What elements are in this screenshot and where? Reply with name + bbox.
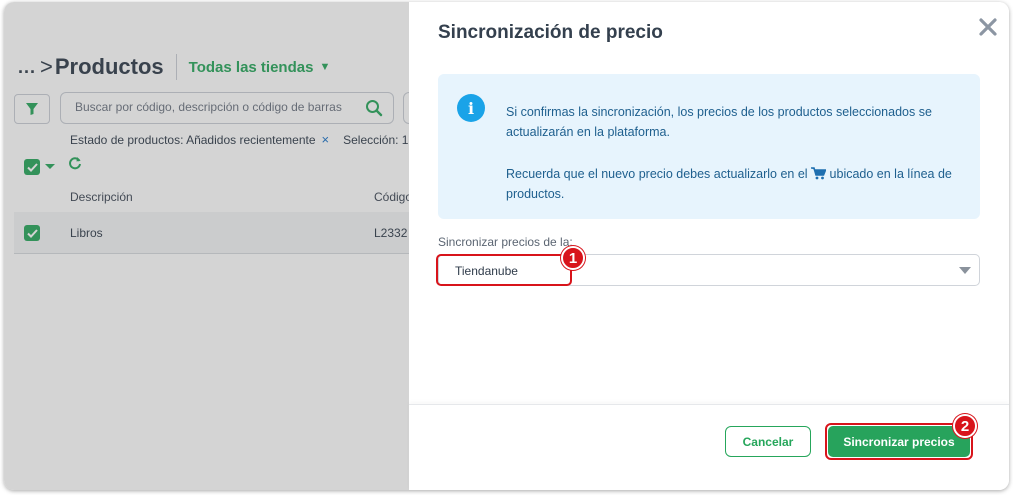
step-highlight-2 — [825, 423, 973, 460]
reminder-text-start: Recuerda que el nuevo precio debes actua… — [506, 167, 812, 181]
app-window: ... > Productos Todas las tiendas ▼ Esta… — [4, 2, 1009, 490]
step-badge-1: 1 — [561, 246, 585, 270]
step-highlight-1 — [436, 254, 572, 286]
modal-footer: Cancelar Sincronizar precios 2 — [409, 404, 1009, 490]
info-panel: i Si confirmas la sincronización, los pr… — [438, 74, 980, 219]
close-icon[interactable] — [977, 16, 999, 38]
dropdown-arrow-icon — [959, 267, 971, 274]
info-text-reminder: Recuerda que el nuevo precio debes actua… — [506, 164, 966, 204]
modal-title: Sincronización de precio — [438, 22, 663, 43]
info-icon: i — [457, 94, 485, 122]
cancel-button[interactable]: Cancelar — [725, 426, 811, 457]
modal-backdrop[interactable] — [4, 2, 409, 490]
sync-source-label: Sincronizar precios de la: — [438, 235, 573, 249]
info-text-confirm: Si confirmas la sincronización, los prec… — [506, 105, 932, 139]
cart-icon — [811, 167, 827, 180]
price-sync-modal: Sincronización de precio i Si confirmas … — [409, 2, 1009, 490]
products-page: ... > Productos Todas las tiendas ▼ Esta… — [4, 2, 423, 490]
step-badge-2: 2 — [953, 414, 977, 438]
